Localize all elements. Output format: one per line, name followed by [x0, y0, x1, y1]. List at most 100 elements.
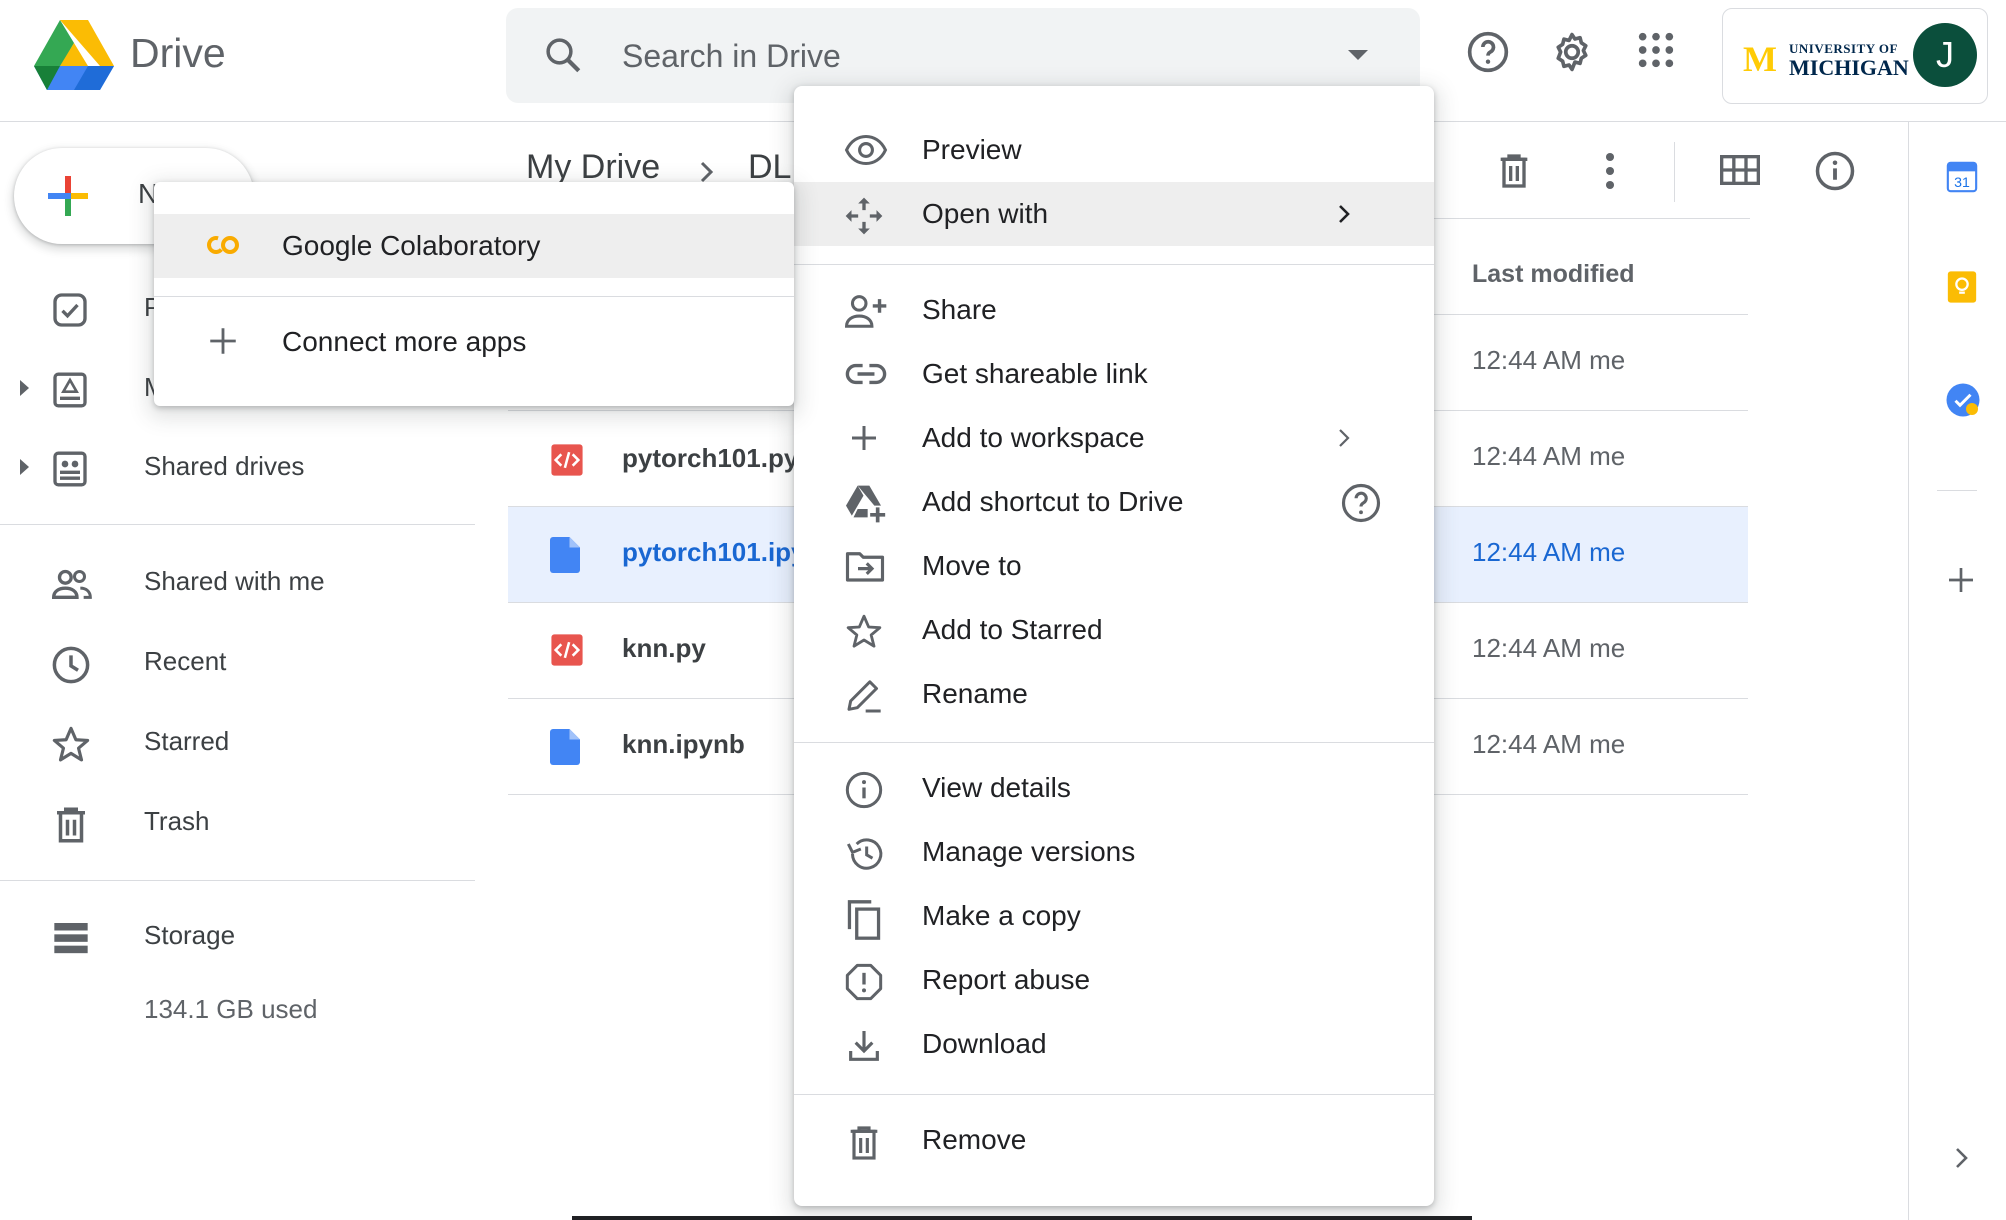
chevron-right-icon [1336, 426, 1352, 450]
menu-item-label: Get shareable link [922, 358, 1148, 389]
menu-item-label: Open with [922, 198, 1049, 229]
notebook-file-icon [550, 537, 580, 573]
sidebar-item-label: Shared drives [144, 451, 305, 481]
menu-item-preview[interactable]: Preview [794, 118, 1434, 182]
menu-item-label: Add to workspace [922, 422, 1145, 453]
menu-item-add-to-starred[interactable]: Add to Starred [794, 598, 1434, 662]
account-switcher[interactable]: M UNIVERSITY OF MICHIGAN J [1722, 8, 1988, 104]
people-icon [50, 564, 94, 604]
menu-item-move-to[interactable]: Move to [794, 534, 1434, 598]
drive-logo-icon[interactable] [34, 20, 114, 92]
sidebar-item-label: Trash [144, 806, 210, 836]
settings-gear-icon[interactable] [1550, 30, 1594, 74]
star-icon [844, 612, 884, 652]
menu-item-add-to-workspace[interactable]: Add to workspace [794, 406, 1434, 470]
pencil-icon [844, 676, 884, 716]
menu-item-make-copy[interactable]: Make a copy [794, 884, 1434, 948]
chevron-right-icon[interactable] [1953, 1144, 1971, 1172]
file-last-modified: 12:44 AM me [1472, 537, 1626, 567]
trash-icon[interactable] [1494, 150, 1534, 192]
python-file-icon [550, 443, 584, 477]
info-icon [844, 770, 884, 810]
info-icon[interactable] [1814, 150, 1856, 192]
search-input[interactable] [620, 30, 1324, 82]
file-name: pytorch101.py [622, 443, 799, 473]
storage-icon [50, 918, 92, 958]
column-header-last-modified[interactable]: Last modified [1472, 260, 1635, 289]
apps-grid-icon[interactable] [1636, 30, 1676, 70]
download-icon [844, 1026, 884, 1066]
org-logo-letter: M [1743, 39, 1777, 79]
more-vert-icon[interactable] [1600, 150, 1620, 192]
menu-item-view-details[interactable]: View details [794, 756, 1434, 820]
menu-item-label: Manage versions [922, 836, 1136, 867]
file-last-modified: 12:44 AM me [1472, 345, 1626, 375]
menu-item-label: Remove [922, 1124, 1027, 1155]
open-with-submenu: Google Colaboratory Connect more apps [154, 182, 794, 406]
grid-view-icon[interactable] [1718, 150, 1762, 190]
chevron-right-icon [1336, 202, 1352, 226]
app-title[interactable]: Drive [130, 30, 226, 77]
menu-item-label: Download [922, 1028, 1047, 1059]
move-folder-icon [844, 548, 886, 584]
sidebar-item-trash[interactable]: Trash [0, 786, 475, 858]
calendar-icon[interactable]: 31 [1945, 160, 1979, 194]
sidebar-item-label: Starred [144, 726, 230, 756]
report-icon [844, 962, 884, 1002]
search-options-dropdown-icon[interactable] [1346, 48, 1370, 62]
toolbar-separator [1674, 142, 1675, 202]
svg-text:31: 31 [1954, 175, 1970, 191]
trash-icon [844, 1122, 884, 1164]
sidebar-item-storage[interactable]: Storage [0, 900, 475, 972]
menu-item-label: Preview [922, 134, 1022, 165]
menu-item-label: Move to [922, 550, 1022, 581]
sidebar-item-label: Recent [144, 646, 227, 676]
sidebar-item-label: Storage [144, 920, 236, 950]
context-menu: Preview Open with Share Get shareable li… [794, 86, 1434, 1206]
notebook-file-icon [550, 729, 580, 765]
help-icon[interactable] [1340, 482, 1382, 524]
sidebar-item-shared-drives[interactable]: Shared drives [0, 431, 475, 503]
menu-item-report-abuse[interactable]: Report abuse [794, 948, 1434, 1012]
file-name: knn.ipynb [622, 729, 745, 759]
menu-item-label: Add to Starred [922, 614, 1103, 645]
menu-item-remove[interactable]: Remove [794, 1108, 1434, 1172]
avatar[interactable]: J [1913, 23, 1977, 87]
menu-item-open-with[interactable]: Open with [794, 182, 1434, 246]
menu-item-download[interactable]: Download [794, 1012, 1434, 1076]
my-drive-icon [50, 370, 90, 410]
add-addon-plus-icon[interactable] [1945, 564, 1977, 596]
menu-item-label: Report abuse [922, 964, 1091, 995]
window-bottom-edge [572, 1216, 1472, 1220]
menu-item-share[interactable]: Share [794, 278, 1434, 342]
help-icon[interactable] [1466, 30, 1510, 74]
menu-item-rename[interactable]: Rename [794, 662, 1434, 726]
sidebar-item-shared-with-me[interactable]: Shared with me [0, 546, 475, 618]
expand-arrow-icon[interactable] [20, 459, 29, 475]
menu-item-add-shortcut[interactable]: Add shortcut to Drive [794, 470, 1434, 534]
keep-icon[interactable] [1945, 270, 1979, 304]
menu-item-label: Add shortcut to Drive [922, 486, 1184, 517]
colab-icon [206, 232, 240, 258]
add-person-icon [844, 292, 888, 330]
expand-arrow-icon[interactable] [20, 380, 29, 396]
side-panel-divider [1937, 490, 1977, 491]
file-last-modified: 12:44 AM me [1472, 729, 1626, 759]
shared-drives-icon [50, 449, 90, 489]
org-name-line2: MICHIGAN [1789, 55, 1909, 80]
search-icon[interactable] [542, 34, 584, 76]
link-icon [844, 356, 888, 392]
menu-item-label: View details [922, 772, 1071, 803]
submenu-item-google-colaboratory[interactable]: Google Colaboratory [154, 214, 794, 278]
storage-usage-text: 134.1 GB used [144, 994, 318, 1024]
file-last-modified: 12:44 AM me [1472, 633, 1626, 663]
menu-item-get-link[interactable]: Get shareable link [794, 342, 1434, 406]
tasks-icon[interactable] [1945, 382, 1981, 418]
menu-divider [794, 264, 1434, 265]
sidebar-item-recent[interactable]: Recent [0, 626, 475, 698]
submenu-item-connect-more-apps[interactable]: Connect more apps [154, 310, 794, 374]
plus-icon [206, 328, 240, 358]
copy-icon [844, 898, 884, 942]
sidebar-item-starred[interactable]: Starred [0, 706, 475, 778]
menu-item-manage-versions[interactable]: Manage versions [794, 820, 1434, 884]
